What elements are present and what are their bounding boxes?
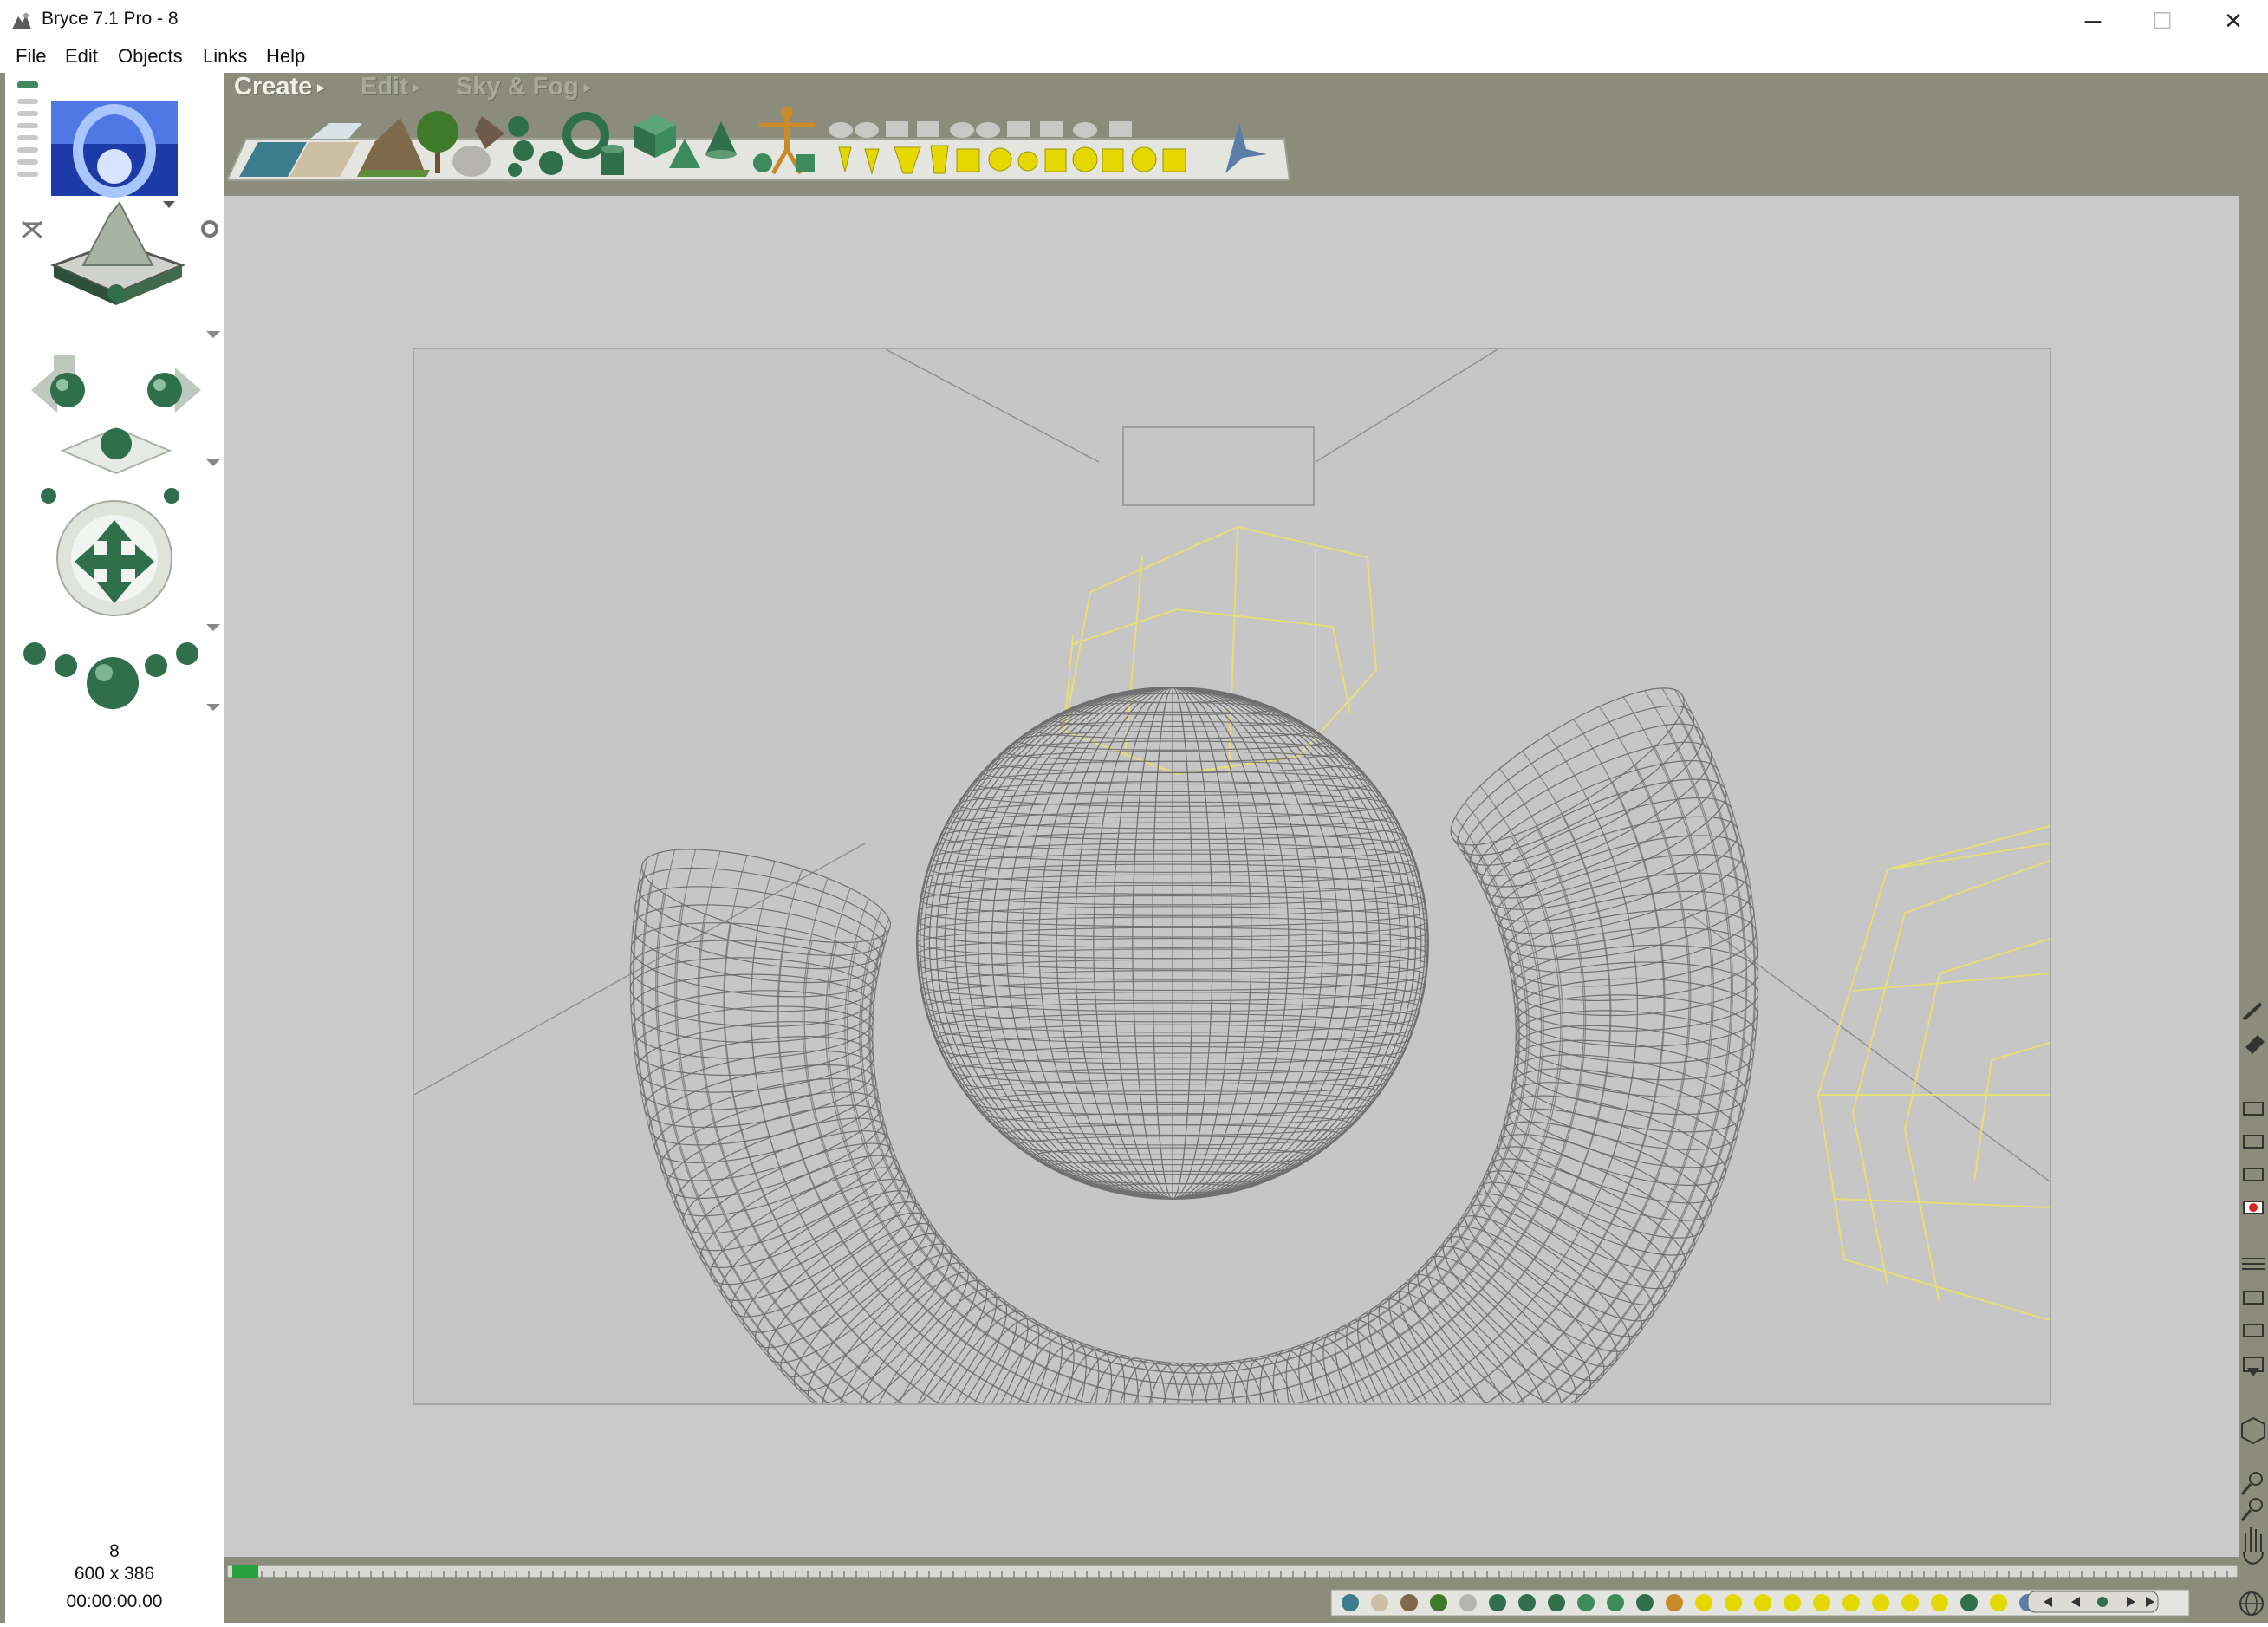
time-readout: 00:00:00.00 (66, 1591, 163, 1611)
bryce-app-icon (12, 13, 31, 29)
render-controls (2240, 1002, 2265, 1565)
menu-bar: File Edit Objects Links Help (0, 42, 2268, 73)
display-mode-icon[interactable] (2242, 1258, 2265, 1270)
clear-render-icon[interactable] (2243, 1168, 2264, 1181)
texture-mode-icon[interactable] (2243, 1291, 2264, 1305)
selected-object-wireframe-center[interactable] (1063, 525, 1378, 776)
pencil-icon[interactable] (2242, 1002, 2263, 1021)
tab-edit[interactable]: Edit ▸ (361, 73, 420, 101)
minimize-button[interactable]: ─ (2058, 0, 2128, 42)
scene-viewport[interactable] (413, 348, 2051, 1405)
trackball-icon[interactable] (31, 355, 220, 504)
zoom-icon[interactable] (23, 642, 220, 711)
menu-edit[interactable]: Edit (65, 45, 98, 68)
wireframe-scene[interactable] (414, 349, 2050, 1403)
bottom-icon-strip (1330, 1589, 2264, 1617)
cylinder-icon[interactable] (601, 145, 624, 175)
bottom-controls-bar (224, 1583, 2268, 1623)
zoom-in-icon[interactable] (2240, 1472, 2263, 1495)
zoom-out-icon[interactable] (2240, 1498, 2263, 1521)
menu-links[interactable]: Links (203, 45, 247, 68)
menu-help[interactable]: Help (266, 45, 305, 68)
timeline-scrubber[interactable] (232, 1565, 258, 1578)
preset-stack-icon[interactable] (17, 81, 38, 177)
torus-wireframe[interactable] (627, 663, 1760, 1403)
render-icon[interactable] (2243, 1102, 2264, 1116)
document-size: 600 x 386 (74, 1564, 155, 1584)
menu-objects[interactable]: Objects (118, 45, 183, 68)
control-panel-graphics (17, 81, 220, 711)
metaball-icon[interactable] (539, 151, 563, 175)
pan-arrows-icon[interactable] (56, 500, 220, 631)
title-bar: Bryce 7.1 Pro - 8 ─ ☐ ✕ (0, 0, 2268, 42)
window-title: Bryce 7.1 Pro - 8 (42, 9, 179, 29)
maximize-button[interactable]: ☐ (2128, 0, 2197, 42)
tab-create[interactable]: Create ▸ (234, 73, 324, 101)
download-icon[interactable] (2243, 1357, 2264, 1376)
nano-preview-icon[interactable] (51, 101, 178, 208)
create-toolbar (227, 107, 1290, 181)
resume-render-icon[interactable] (2243, 1135, 2264, 1149)
view-control-icon[interactable] (49, 201, 220, 338)
animation-timeline[interactable] (227, 1562, 2238, 1583)
selected-object-wireframe-right[interactable] (1816, 825, 2050, 1321)
left-control-panel (5, 73, 224, 1623)
record-icon[interactable] (2243, 1201, 2264, 1214)
menu-file[interactable]: File (16, 45, 46, 68)
tab-sky-fog[interactable]: Sky & Fog ▸ (456, 73, 591, 101)
cube-view-icon[interactable] (2241, 1416, 2265, 1445)
hand-pan-icon[interactable] (2243, 1527, 2264, 1565)
document-number: 8 (109, 1541, 120, 1561)
playback-controls[interactable] (2027, 1591, 2159, 1613)
globe-icon[interactable] (2239, 1591, 2264, 1616)
small-primitive-row[interactable] (829, 121, 1132, 138)
sphere-wireframe[interactable] (916, 687, 1429, 1200)
eraser-icon[interactable] (2245, 1035, 2265, 1054)
close-button[interactable]: ✕ (2199, 0, 2268, 42)
background-icon[interactable] (2243, 1324, 2264, 1337)
